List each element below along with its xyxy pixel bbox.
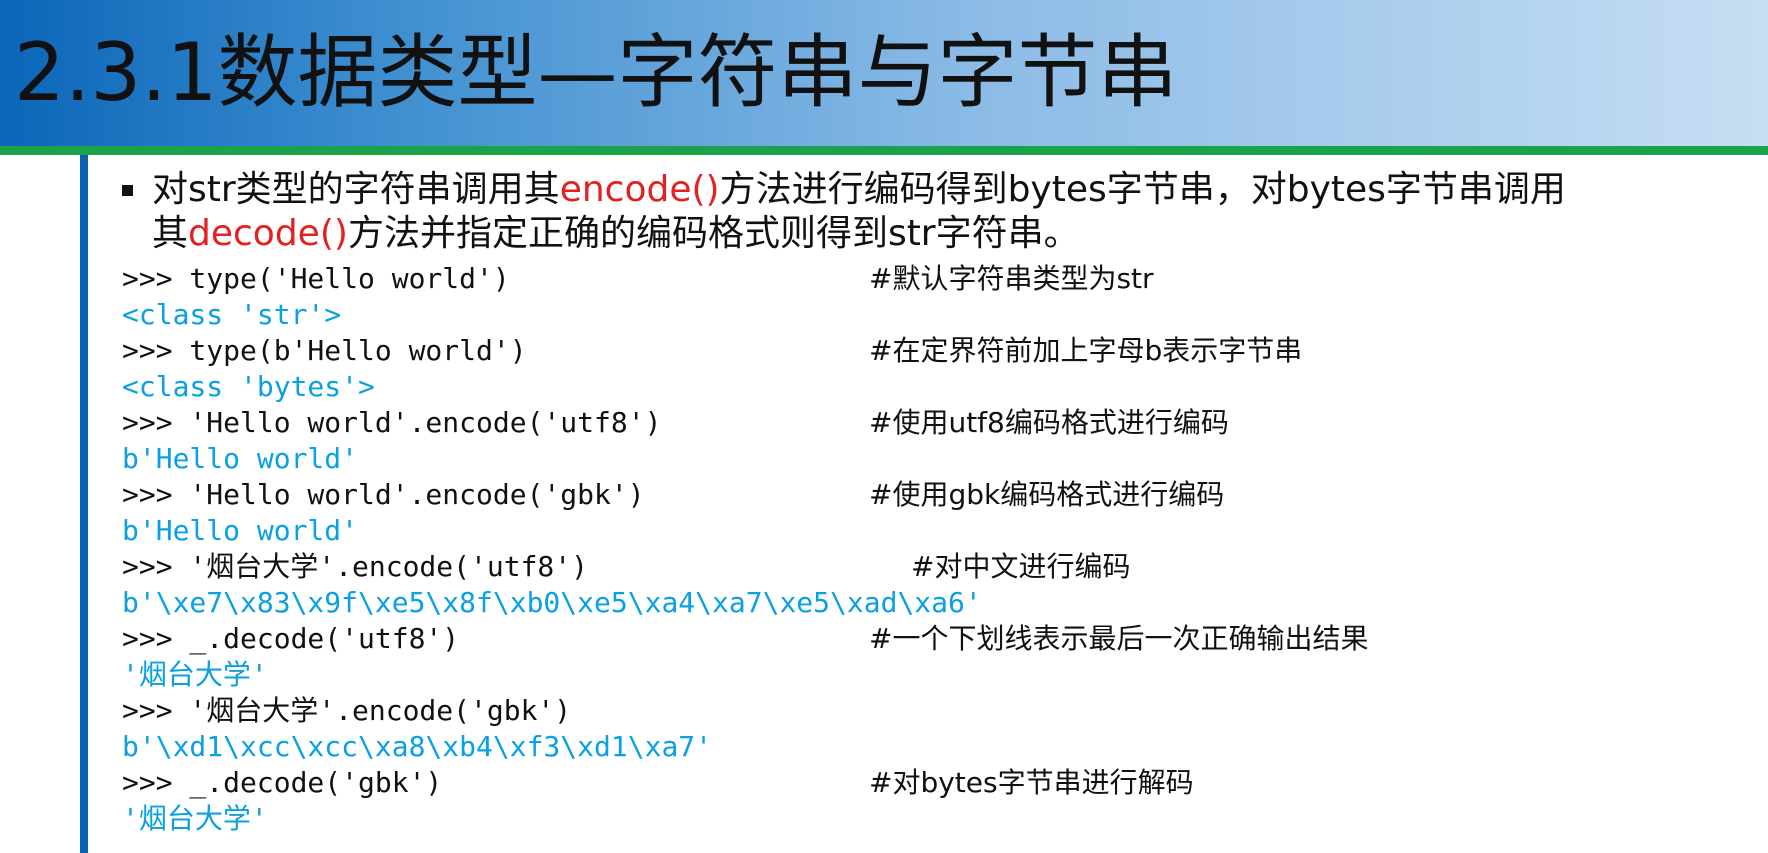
- title-bar: 2.3.1数据类型—字符串与字节串: [0, 0, 1768, 146]
- code-line: >>> 'Hello world'.encode('utf8') #使用utf8…: [122, 405, 1229, 441]
- code-command: >>> 'Hello world'.encode('gbk'): [122, 478, 645, 511]
- code-comment: #默认字符串类型为str: [869, 262, 1154, 295]
- code-line: '烟台大学': [122, 801, 982, 837]
- slide-title: 2.3.1数据类型—字符串与字节串: [14, 26, 1178, 119]
- code-line: <class 'bytes'>: [122, 369, 982, 405]
- slide: 2.3.1数据类型—字符串与字节串 对str类型的字符串调用其encode()方…: [0, 0, 1768, 853]
- code-output: <class 'bytes'>: [122, 370, 375, 403]
- code-comment: #一个下划线表示最后一次正确输出结果: [869, 622, 1369, 655]
- code-line: >>> '烟台大学'.encode('utf8') #对中文进行编码: [122, 549, 1130, 585]
- code-comment: #对中文进行编码: [911, 550, 1131, 583]
- code-comment: #使用gbk编码格式进行编码: [869, 478, 1225, 511]
- code-output: b'\xd1\xcc\xcc\xa8\xb4\xf3\xd1\xa7': [122, 730, 713, 763]
- encode-method-highlight: encode(): [559, 169, 720, 210]
- code-output: b'Hello world': [122, 442, 359, 475]
- code-line: >>> type('Hello world') #默认字符串类型为str: [122, 261, 1154, 297]
- bullet-text: 对str类型的字符串调用其: [152, 169, 560, 210]
- code-output: <class 'str'>: [122, 298, 342, 331]
- left-accent-bar: [80, 155, 88, 853]
- code-output: '烟台大学': [122, 658, 268, 691]
- code-comment: #使用utf8编码格式进行编码: [869, 406, 1229, 439]
- code-line: >>> _.decode('gbk') #对bytes字节串进行解码: [122, 765, 1194, 801]
- code-line: >>> 'Hello world'.encode('gbk') #使用gbk编码…: [122, 477, 1224, 513]
- code-comment: #对bytes字节串进行解码: [869, 766, 1194, 799]
- bullet-line-2: 其decode()方法并指定正确的编码格式则得到str字符串。: [152, 212, 1080, 256]
- code-command: >>> type('Hello world'): [122, 262, 510, 295]
- decode-method-highlight: decode(): [188, 213, 348, 254]
- code-line: b'Hello world': [122, 513, 982, 549]
- code-command: >>> _.decode('gbk'): [122, 766, 443, 799]
- code-output: b'\xe7\x83\x9f\xe5\x8f\xb0\xe5\xa4\xa7\x…: [122, 586, 982, 619]
- square-bullet-icon: [122, 185, 133, 196]
- code-line: >>> _.decode('utf8') #一个下划线表示最后一次正确输出结果: [122, 621, 1368, 657]
- bullet-text: 其: [152, 213, 189, 254]
- code-output: b'Hello world': [122, 514, 359, 547]
- code-command: >>> _.decode('utf8'): [122, 622, 460, 655]
- code-line: '烟台大学': [122, 657, 982, 693]
- code-line: >>> type(b'Hello world') #在定界符前加上字母b表示字节…: [122, 333, 1302, 369]
- code-comment: #在定界符前加上字母b表示字节串: [869, 334, 1303, 367]
- code-command: >>> type(b'Hello world'): [122, 334, 527, 367]
- code-block: >>> type('Hello world') #默认字符串类型为str <cl…: [122, 261, 1368, 837]
- bullet-line-1: 对str类型的字符串调用其encode()方法进行编码得到bytes字节串，对b…: [152, 168, 1566, 212]
- code-line: b'\xe7\x83\x9f\xe5\x8f\xb0\xe5\xa4\xa7\x…: [122, 585, 982, 621]
- bullet-text: 方法进行编码得到bytes字节串，对bytes字节串调用: [719, 169, 1566, 210]
- code-command: >>> 'Hello world'.encode('utf8'): [122, 406, 662, 439]
- code-command: >>> '烟台大学'.encode('utf8'): [122, 550, 589, 583]
- code-output: '烟台大学': [122, 802, 268, 835]
- code-command: >>> '烟台大学'.encode('gbk'): [122, 694, 572, 727]
- code-line: <class 'str'>: [122, 297, 982, 333]
- code-line: >>> '烟台大学'.encode('gbk'): [122, 693, 982, 729]
- bullet-text: 方法并指定正确的编码格式则得到str字符串。: [347, 213, 1080, 254]
- code-line: b'\xd1\xcc\xcc\xa8\xb4\xf3\xd1\xa7': [122, 729, 982, 765]
- title-divider: [0, 146, 1768, 155]
- code-line: b'Hello world': [122, 441, 982, 477]
